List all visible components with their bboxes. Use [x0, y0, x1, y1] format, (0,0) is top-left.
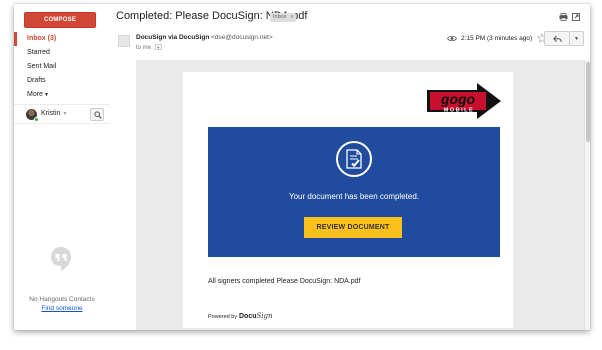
hangouts-user-row: Kristin ▼	[14, 104, 110, 124]
docusign-logo-sign: Sign	[256, 312, 273, 320]
logo-text-gogo: gogo	[440, 91, 476, 107]
completion-banner: Your document has been completed. REVIEW…	[208, 127, 500, 257]
sidebar-item-drafts[interactable]: Drafts	[14, 74, 110, 88]
signers-completed-text: All signers completed Please DocuSign: N…	[208, 278, 361, 285]
sidebar: COMPOSE Inbox (3) Starred Sent Mail Draf…	[14, 4, 110, 330]
sidebar-item-inbox[interactable]: Inbox (3)	[14, 32, 110, 46]
search-icon	[94, 111, 102, 119]
online-status-icon	[34, 117, 39, 122]
label-chip-text: Inbox	[273, 14, 287, 20]
hangouts-icon	[51, 247, 71, 271]
sidebar-item-more[interactable]: More▼	[14, 88, 110, 102]
sender-email: <dse@docusign.net>	[211, 34, 273, 41]
more-actions-button[interactable]: ▼	[570, 31, 584, 46]
sender-line: DocuSign via DocuSign <dse@docusign.net>	[136, 34, 273, 41]
eye-icon[interactable]	[447, 35, 457, 42]
review-document-button[interactable]: REVIEW DOCUMENT	[304, 217, 402, 238]
sidebar-item-starred[interactable]: Starred	[14, 46, 110, 60]
scrollbar[interactable]	[584, 60, 590, 330]
search-people-button[interactable]	[90, 108, 104, 121]
inbox-label-chip[interactable]: Inbox x	[270, 13, 297, 22]
chevron-down-icon: ▼	[574, 36, 579, 42]
message-time: 2:15 PM (3 minutes ago)	[461, 35, 533, 42]
docusign-logo: DocuSign	[239, 312, 273, 320]
reply-button[interactable]	[544, 31, 570, 46]
sidebar-item-sent-mail[interactable]: Sent Mail	[14, 60, 110, 74]
recipient-text: to me	[136, 45, 152, 51]
sender-name[interactable]: DocuSign via DocuSign	[136, 34, 209, 41]
more-label: More	[27, 91, 43, 98]
docusign-logo-docu: Docu	[239, 313, 257, 320]
print-icon[interactable]	[559, 13, 568, 21]
popout-icon[interactable]	[572, 13, 580, 21]
document-check-icon	[336, 141, 372, 177]
caret-down-icon: ▼	[62, 111, 68, 117]
scrollbar-thumb[interactable]	[586, 62, 590, 142]
gogo-mobile-logo: gogo MOBILE	[427, 83, 501, 119]
logo-text-mobile: MOBILE	[444, 108, 474, 114]
find-someone-link[interactable]: Find someone	[14, 305, 110, 312]
user-name-label: Kristin	[41, 110, 61, 117]
show-details-button[interactable]: ▼	[154, 44, 162, 50]
compose-button[interactable]: COMPOSE	[24, 12, 96, 28]
no-hangouts-text: No Hangouts Contacts	[29, 296, 95, 303]
completion-message: Your document has been completed.	[288, 192, 419, 201]
caret-down-icon: ▼	[43, 92, 49, 98]
user-name[interactable]: Kristin ▼	[41, 110, 67, 117]
close-icon[interactable]: x	[290, 14, 293, 20]
sidebar-nav: Inbox (3) Starred Sent Mail Drafts More▼	[14, 32, 110, 102]
reply-icon	[553, 35, 562, 43]
email-card: gogo MOBILE Your document has been compl…	[183, 72, 513, 328]
recipient-line: to me ▼	[136, 44, 162, 51]
sender-avatar	[118, 35, 130, 47]
powered-by-text: Powered by	[208, 314, 238, 320]
